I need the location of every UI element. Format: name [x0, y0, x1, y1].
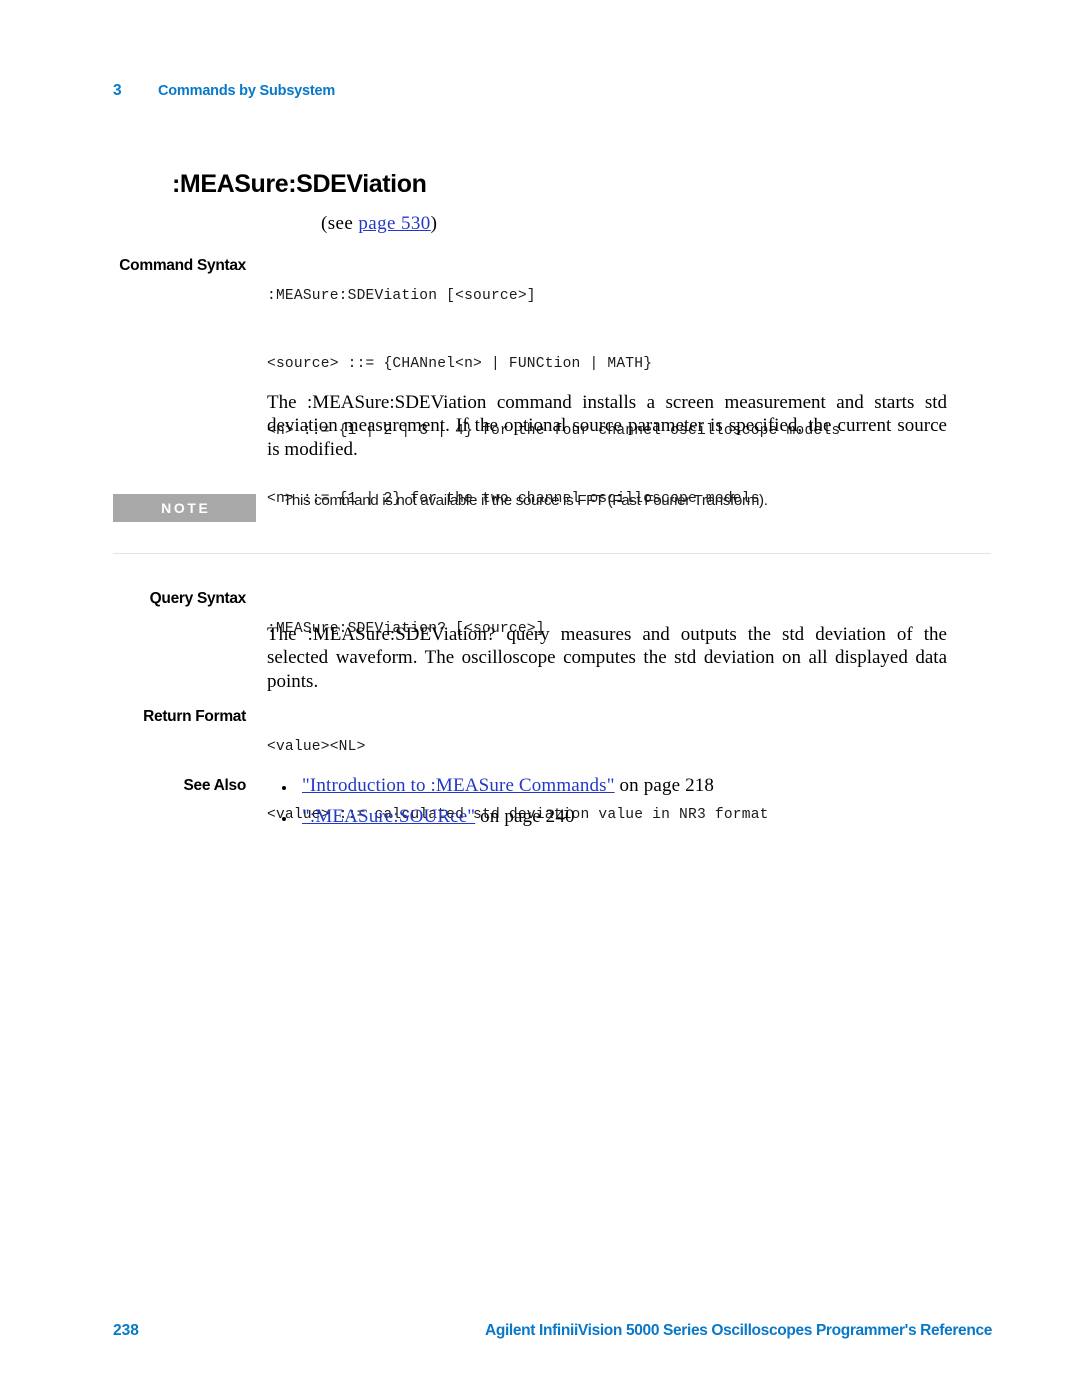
see-also-page: on page 218: [614, 775, 715, 796]
footer-title: Agilent InfiniiVision 5000 Series Oscill…: [485, 1322, 992, 1339]
return-format-label: Return Format: [143, 708, 246, 725]
bullet-icon: [282, 785, 286, 790]
document-page: 3 Commands by Subsystem :MEASure:SDEViat…: [0, 0, 1080, 1397]
see-page-line: (see page 530): [321, 213, 437, 235]
list-item: "Introduction to :MEASure Commands" on p…: [278, 776, 993, 795]
see-suffix: ): [430, 213, 438, 234]
see-also-label: See Also: [183, 777, 247, 794]
see-page-link[interactable]: page 530: [358, 213, 430, 234]
bullet-icon: [282, 816, 286, 821]
chapter-title: Commands by Subsystem: [158, 83, 336, 99]
running-header: 3 Commands by Subsystem: [113, 82, 335, 100]
chapter-number: 3: [113, 82, 122, 99]
query-syntax-label: Query Syntax: [149, 590, 247, 607]
query-description-content: The :MEASure:SDEViation? query measures …: [256, 623, 993, 693]
command-description-row: The :MEASure:SDEViation command installs…: [113, 391, 993, 461]
see-also-link[interactable]: ":MEASure:SOURce": [302, 806, 475, 827]
see-also-link[interactable]: "Introduction to :MEASure Commands": [302, 775, 615, 796]
query-description-row: The :MEASure:SDEViation? query measures …: [113, 623, 993, 693]
syntax-line: <value><NL>: [267, 739, 366, 755]
section-divider: [113, 553, 991, 554]
command-description-content: The :MEASure:SDEViation command installs…: [256, 391, 993, 461]
command-syntax-label: Command Syntax: [119, 257, 246, 274]
query-description: The :MEASure:SDEViation? query measures …: [267, 624, 947, 692]
note-badge: NOTE: [113, 494, 256, 522]
see-also-section: See Also "Introduction to :MEASure Comma…: [113, 776, 993, 826]
footer-page-number: 238: [113, 1322, 139, 1339]
list-item: ":MEASure:SOURce" on page 240: [278, 807, 993, 826]
see-also-list: "Introduction to :MEASure Commands" on p…: [278, 776, 993, 826]
syntax-line: <source> ::= {CHANnel<n> | FUNCtion | MA…: [267, 355, 653, 372]
see-prefix: (see: [321, 213, 354, 234]
note-text: This command is not available if the sou…: [283, 492, 768, 509]
page-title: :MEASure:SDEViation: [172, 170, 427, 198]
see-also-content: "Introduction to :MEASure Commands" on p…: [256, 776, 993, 826]
command-description: The :MEASure:SDEViation command installs…: [267, 392, 947, 460]
see-also-page: on page 240: [475, 806, 575, 827]
syntax-line: :MEASure:SDEViation [<source>]: [267, 288, 536, 304]
